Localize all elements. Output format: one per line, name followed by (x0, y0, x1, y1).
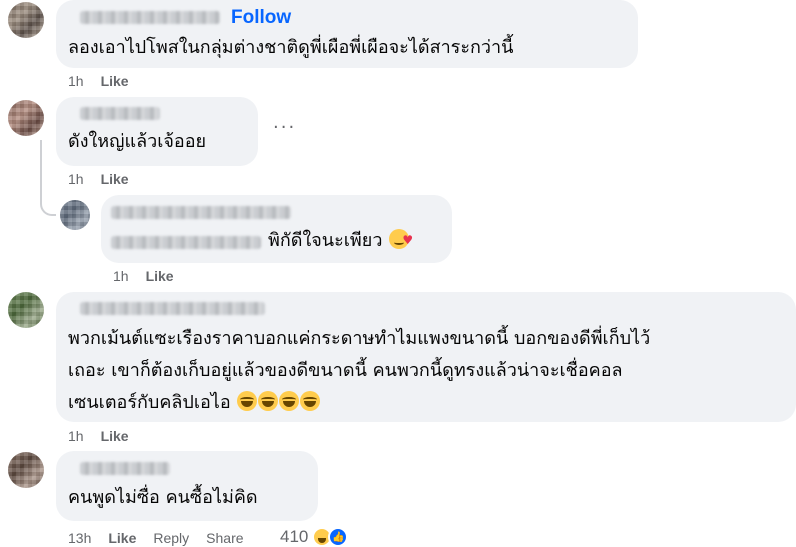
laughing-face-icon (237, 391, 258, 411)
comment-timestamp[interactable]: 1h (113, 268, 129, 284)
comment-text-body: เซนเตอร์กับคลิปเอไอ (68, 392, 231, 413)
like-button[interactable]: Like (101, 428, 129, 444)
comment-text: ลองเอาไปโพสในกลุ่มต่างชาติดูพี่เผือพี่เผ… (68, 37, 514, 58)
comment-text-body: พิกัดีใจนะเพียว (268, 230, 383, 251)
comment-actions: 1h Like (68, 428, 129, 444)
comment-text-line: พวกเม้นต์แซะเรืองราคาบอกแค่กระดาษทำไมแพง… (68, 328, 651, 349)
like-icon: 👍 (328, 527, 349, 547)
follow-button[interactable]: Follow (231, 7, 291, 29)
comment-timestamp[interactable]: 1h (68, 171, 84, 187)
reaction-count: 410 (280, 527, 309, 546)
reaction-summary[interactable]: 410 👍 (280, 527, 349, 547)
comment-timestamp[interactable]: 13h (68, 530, 91, 546)
comment-timestamp[interactable]: 1h (68, 428, 84, 444)
author-name-redacted[interactable] (111, 206, 291, 219)
comment-bubble: คนพูดไม่ซื่อ คนซื้อไม่คิด (56, 451, 318, 521)
author-name-redacted[interactable] (80, 462, 170, 475)
comment-bubble: พวกเม้นต์แซะเรืองราคาบอกแค่กระดาษทำไมแพง… (56, 292, 796, 422)
reply-button[interactable]: Reply (153, 530, 189, 546)
avatar[interactable] (8, 2, 44, 38)
avatar[interactable] (8, 452, 44, 488)
laughing-face-icon (258, 391, 279, 411)
share-button[interactable]: Share (206, 530, 243, 546)
comment-text-line: เถอะ เขาก็ต้องเก็บอยู่แล้วของดีขนาดนี้ ค… (68, 360, 623, 381)
more-options-icon[interactable]: ... (273, 112, 296, 133)
comment-actions: 1h Like (68, 171, 129, 187)
comment-actions: 13h Like Reply Share (68, 530, 244, 546)
smiling-face-with-hearts-icon (389, 223, 413, 257)
comment-text: ดังใหญ่แล้วเจ้ออย (68, 131, 207, 152)
comment-timestamp[interactable]: 1h (68, 73, 84, 89)
author-name-redacted[interactable] (80, 107, 160, 120)
comment-actions: 1h Like (68, 73, 129, 89)
laughing-face-icon (300, 391, 321, 411)
author-name-redacted[interactable] (80, 302, 265, 315)
like-button[interactable]: Like (146, 268, 174, 284)
reply-thread-line (40, 140, 56, 216)
avatar[interactable] (60, 200, 90, 230)
comment-actions: 1h Like (113, 268, 174, 284)
avatar[interactable] (8, 100, 44, 136)
laughing-face-icon (279, 391, 300, 411)
avatar[interactable] (8, 292, 44, 328)
comment-text: พิกัดีใจนะเพียว (268, 223, 413, 258)
comment-bubble: ดังใหญ่แล้วเจ้ออย (56, 97, 258, 166)
like-button[interactable]: Like (101, 171, 129, 187)
like-button[interactable]: Like (108, 530, 136, 546)
author-name-redacted[interactable] (111, 236, 261, 249)
reply-bubble: พิกัดีใจนะเพียว (101, 195, 452, 263)
comment-text-line: เซนเตอร์กับคลิปเอไอ (68, 386, 321, 420)
author-name-redacted[interactable] (80, 11, 220, 24)
like-button[interactable]: Like (101, 73, 129, 89)
comment-bubble: Follow ลองเอาไปโพสในกลุ่มต่างชาติดูพี่เผ… (56, 0, 638, 68)
comment-text: คนพูดไม่ซื่อ คนซื้อไม่คิด (68, 487, 258, 508)
